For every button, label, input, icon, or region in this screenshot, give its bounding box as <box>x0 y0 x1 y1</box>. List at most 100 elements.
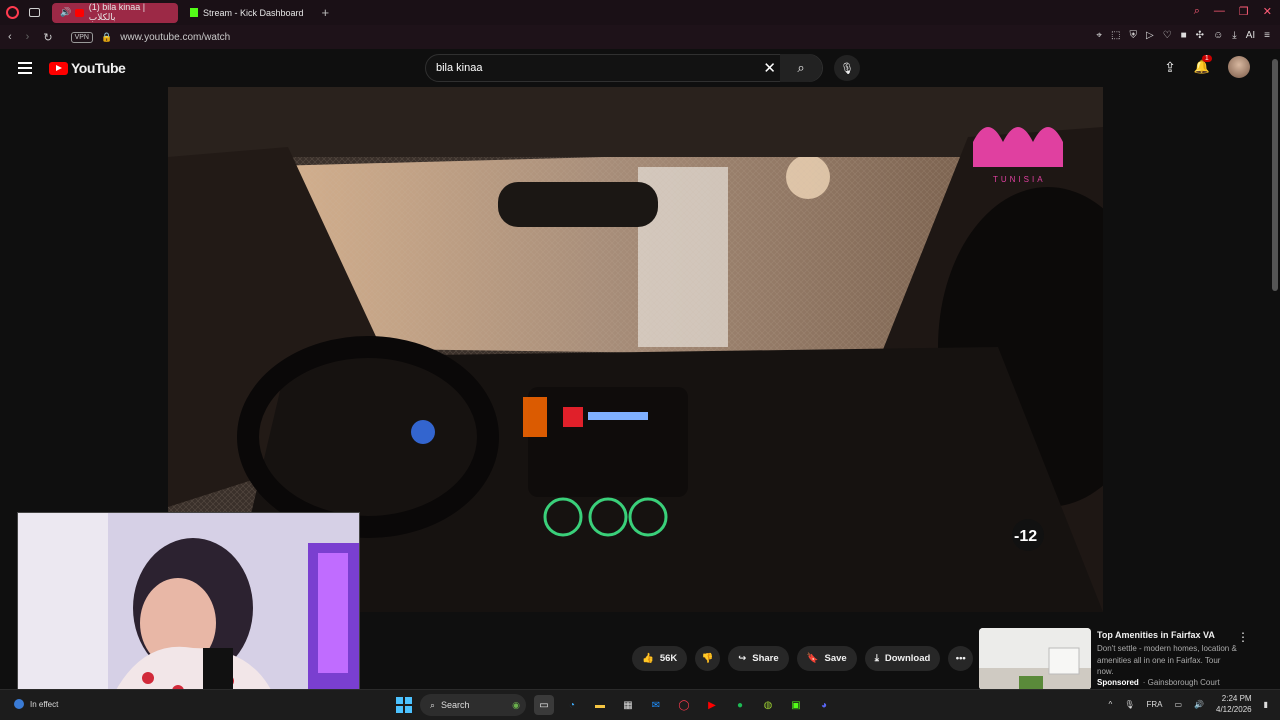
webcam-overlay <box>17 512 360 705</box>
file-explorer-icon[interactable]: ▬ <box>590 695 610 715</box>
clock[interactable]: 2:24 PM 4/12/2026 <box>1216 693 1252 715</box>
weather-icon <box>14 699 24 709</box>
weather-widget[interactable]: In effect <box>14 699 58 709</box>
search-button[interactable]: ⌕ <box>780 54 822 82</box>
notification-badge: 1 <box>1201 55 1212 62</box>
taskbar-apps: ⌕ Search ◉ ▭ ◔ ▬ ▦ ✉ ◯ ▶ ● ◍ ▣ ◕ <box>396 694 834 716</box>
extensions-bar: ⌖ ⬚ ⛨ ▷ ♡ ■ ✣ ☺ ⤓ AI ≡ <box>1096 30 1270 41</box>
lock-icon[interactable]: 🔒 <box>101 32 112 43</box>
ad-advertiser: Gainsborough Court <box>1147 678 1220 687</box>
discord-icon[interactable]: ◕ <box>814 695 834 715</box>
download-icon: ⤓ <box>874 653 879 664</box>
more-horizontal-icon: ••• <box>955 653 966 664</box>
heart-icon[interactable]: ♡ <box>1163 30 1172 41</box>
edge-icon[interactable]: ◔ <box>562 695 582 715</box>
voice-search-button[interactable]: 🎙 <box>834 55 860 81</box>
close-icon[interactable]: ✕ <box>1263 5 1272 18</box>
forward-icon[interactable]: › <box>26 31 30 44</box>
ad-description: Don't settle - modern homes, location & … <box>1097 644 1237 676</box>
scrollbar-thumb[interactable] <box>1272 59 1278 291</box>
tab-youtube[interactable]: 🔊 (1) bila kinaa | بالكلاب <box>52 2 178 23</box>
search-icon: ⌕ <box>430 699 436 710</box>
kick-favicon-icon <box>190 8 198 17</box>
outlook-icon[interactable]: ✉ <box>646 695 666 715</box>
ai-icon[interactable]: AI <box>1246 30 1255 41</box>
new-tab-button[interactable]: + <box>322 5 330 20</box>
windows-taskbar: In effect ⌕ Search ◉ ▭ ◔ ▬ ▦ ✉ ◯ ▶ ● ◍ ▣… <box>0 689 1280 720</box>
search-tabs-icon[interactable]: ⌕ <box>1194 5 1200 18</box>
youtube-logo-text: YouTube <box>71 60 126 76</box>
ad-more-icon[interactable]: ⋮ <box>1237 630 1249 644</box>
restore-icon[interactable]: ❐ <box>1239 5 1249 18</box>
menu-icon[interactable]: ≡ <box>1264 30 1270 41</box>
create-upload-icon[interactable]: ⇪ <box>1164 59 1176 76</box>
clear-search-icon[interactable]: ✕ <box>763 59 776 77</box>
webcam-feed <box>18 513 359 704</box>
flow-icon[interactable]: ▷ <box>1146 30 1154 41</box>
profile-icon[interactable]: ☺ <box>1213 30 1223 41</box>
pin-icon[interactable]: ⌖ <box>1096 30 1102 41</box>
volume-icon[interactable]: 🔊 <box>1194 700 1204 709</box>
search-highlight-icon: ◉ <box>512 699 520 710</box>
watermark-text: TUNISIA <box>993 175 1046 184</box>
xbox-icon[interactable]: ◍ <box>758 695 778 715</box>
spotify-icon[interactable]: ● <box>730 695 750 715</box>
tab-kick-dashboard[interactable]: Stream - Kick Dashboard <box>182 3 312 23</box>
speaker-icon[interactable]: 🔊 <box>60 7 71 18</box>
share-label: Share <box>752 653 779 664</box>
language-indicator[interactable]: FRA <box>1146 700 1162 709</box>
ad-image <box>979 628 1091 690</box>
youtube-logo[interactable]: YouTube <box>49 60 126 76</box>
puzzle-icon[interactable]: ✣ <box>1196 30 1204 41</box>
download-button[interactable]: ⤓ Download <box>864 646 941 671</box>
ad-title[interactable]: Top Amenities in Fairfax VA <box>1097 630 1215 640</box>
reload-icon[interactable]: ↻ <box>43 31 52 44</box>
microphone-tray-icon[interactable]: 🎙 <box>1124 700 1134 709</box>
back-icon[interactable]: ‹ <box>8 31 12 44</box>
more-actions-button[interactable]: ••• <box>948 646 974 671</box>
workspaces-icon[interactable] <box>29 8 40 17</box>
account-avatar[interactable] <box>1228 56 1250 78</box>
extension-square-icon[interactable]: ■ <box>1181 30 1187 41</box>
snapshot-icon[interactable]: ⬚ <box>1111 30 1120 41</box>
minimize-icon[interactable]: — <box>1214 5 1225 18</box>
hamburger-menu-icon[interactable] <box>18 59 32 77</box>
opera-logo-icon[interactable] <box>6 6 19 19</box>
store-icon[interactable]: ▦ <box>618 695 638 715</box>
system-tray: ^ 🎙 FRA ▭ 🔊 2:24 PM 4/12/2026 ▮ <box>1109 693 1268 715</box>
taskbar-search-label: Search <box>441 700 470 710</box>
opera-taskbar-icon[interactable]: ◯ <box>674 695 694 715</box>
download-icon[interactable]: ⤓ <box>1232 30 1236 41</box>
dislike-button[interactable]: 👎 <box>695 646 721 671</box>
search-input[interactable] <box>436 62 756 74</box>
youtube-taskbar-icon[interactable]: ▶ <box>702 695 722 715</box>
like-button[interactable]: 👍 56K <box>632 646 688 671</box>
vpn-badge[interactable]: VPN <box>70 31 93 43</box>
search-box: ✕ ⌕ <box>425 54 823 82</box>
taskbar-search[interactable]: ⌕ Search ◉ <box>420 694 526 716</box>
kick-taskbar-icon[interactable]: ▣ <box>786 695 806 715</box>
age-rating-badge: -12 <box>1014 528 1037 545</box>
page-scrollbar[interactable] <box>1270 49 1280 689</box>
windows-start-icon[interactable] <box>396 697 412 713</box>
notifications-bell-icon[interactable]: 🔔 1 <box>1194 55 1212 75</box>
save-button[interactable]: 🔖 Save <box>796 646 857 671</box>
shield-icon[interactable]: ⛨ <box>1129 30 1137 41</box>
thumbs-down-icon: 👎 <box>701 653 714 664</box>
sponsored-label: Sponsored <box>1097 678 1139 687</box>
share-button[interactable]: ↪ Share <box>728 646 789 671</box>
notifications-icon[interactable]: ▮ <box>1264 700 1268 709</box>
network-icon[interactable]: ▭ <box>1174 700 1182 709</box>
save-label: Save <box>824 653 847 664</box>
thumbs-up-icon: 👍 <box>642 653 654 664</box>
chevron-up-icon[interactable]: ^ <box>1109 700 1113 709</box>
url-field[interactable]: www.youtube.com/watch <box>120 32 230 43</box>
clock-date: 4/12/2026 <box>1216 705 1252 714</box>
channel-watermark-logo <box>973 127 1063 167</box>
ad-thumbnail[interactable] <box>979 628 1091 690</box>
share-icon: ↪ <box>738 653 747 664</box>
tab-label: Stream - Kick Dashboard <box>203 7 304 18</box>
sponsored-ad-card[interactable]: Top Amenities in Fairfax VA Don't settle… <box>979 628 1269 690</box>
task-view-icon[interactable]: ▭ <box>534 695 554 715</box>
youtube-favicon-icon <box>75 8 84 17</box>
